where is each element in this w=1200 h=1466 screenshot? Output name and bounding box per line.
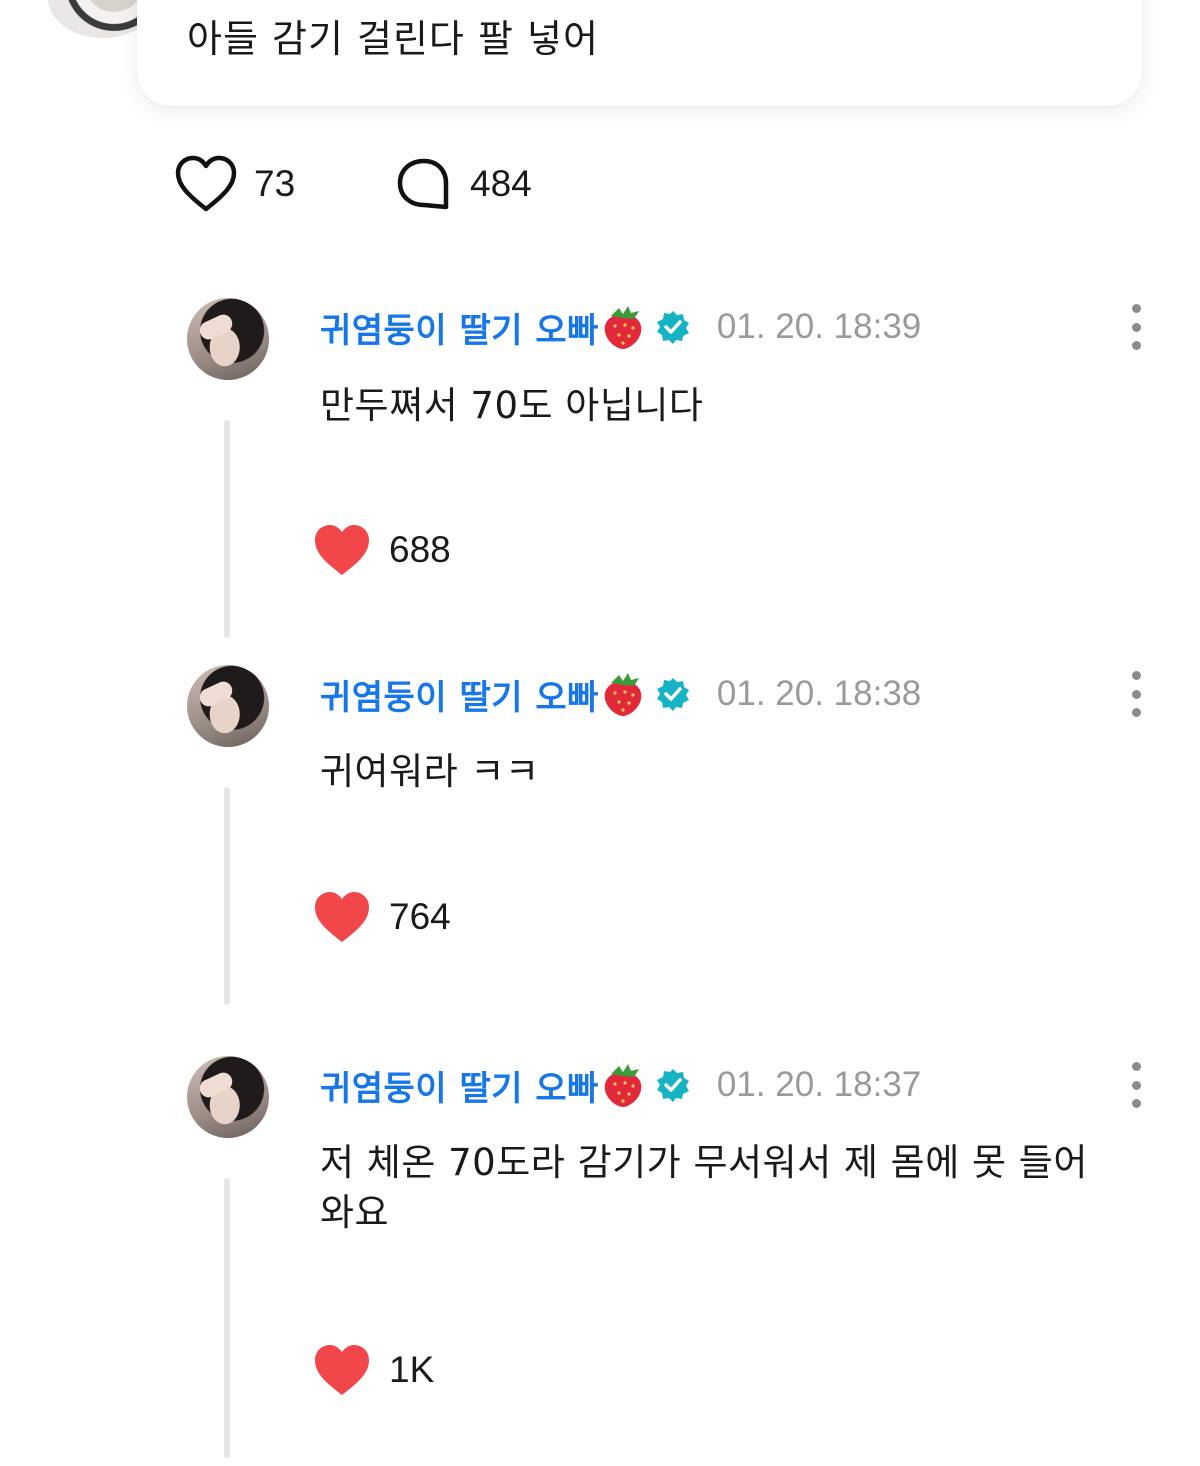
author-name[interactable]: 귀염둥이 딸기 오빠 (320, 670, 599, 719)
strawberry-icon (604, 306, 642, 349)
reply-count: 484 (470, 163, 532, 204)
verified-badge-icon (656, 1069, 689, 1102)
thread-line (224, 420, 230, 638)
reply-text: 만두쪄서 70도 아닙니다 (320, 384, 704, 427)
author-name[interactable]: 귀염둥이 딸기 오빠 (320, 303, 599, 352)
timestamp: 01. 20. 18:38 (716, 674, 922, 713)
more-vertical-icon (1131, 1062, 1141, 1071)
avatar[interactable] (187, 298, 269, 380)
more-options-button[interactable] (1124, 304, 1148, 350)
heart-outline-icon (175, 155, 237, 212)
strawberry-icon (604, 673, 642, 716)
reply-text: 저 체온 70도라 감기가 무서워서 제 몸에 못 들어와요 (320, 1141, 1088, 1234)
post-text: 아들 감기 걸린다 팔 넣어 (187, 17, 599, 61)
author-name[interactable]: 귀염둥이 딸기 오빠 (320, 1061, 599, 1110)
timestamp: 01. 20. 18:39 (716, 307, 922, 346)
thread-line (224, 787, 230, 1005)
reply-header: 귀염둥이 딸기 오빠 01. 20. 18:39 (320, 303, 921, 351)
reply-header: 귀염둥이 딸기 오빠 01. 20. 18:38 (320, 670, 921, 718)
reply-like-button[interactable]: 764 (313, 890, 451, 944)
verified-badge-icon (656, 311, 689, 344)
reply-like-count: 1K (389, 1349, 435, 1390)
avatar-hand (196, 1069, 236, 1101)
more-options-button[interactable] (1124, 671, 1148, 717)
reply-like-button[interactable]: 688 (313, 523, 451, 577)
avatar[interactable] (187, 1056, 269, 1138)
reply-like-button[interactable]: 1K (313, 1343, 434, 1397)
avatar-hand (196, 311, 236, 343)
reply-text: 귀여워라 ㅋㅋ (320, 750, 540, 793)
heart-filled-icon (315, 892, 369, 942)
reply-header: 귀염둥이 딸기 오빠 01. 20. 18:37 (320, 1061, 921, 1109)
heart-filled-icon (315, 525, 369, 575)
timestamp: 01. 20. 18:37 (716, 1065, 922, 1104)
avatar-hand (196, 678, 236, 710)
heart-filled-icon (315, 1345, 369, 1395)
strawberry-icon (604, 1064, 642, 1107)
like-button[interactable]: 73 (174, 155, 295, 213)
reply-like-count: 688 (389, 529, 451, 570)
thread-line (224, 1178, 230, 1458)
like-count: 73 (254, 163, 296, 204)
speech-bubble-icon (397, 158, 449, 210)
verified-badge-icon (656, 678, 689, 711)
avatar[interactable] (187, 665, 269, 747)
more-options-button[interactable] (1124, 1062, 1148, 1108)
more-vertical-icon (1131, 304, 1141, 313)
reply-button[interactable]: 484 (394, 155, 532, 213)
more-vertical-icon (1131, 671, 1141, 680)
reply-like-count: 764 (389, 896, 451, 937)
